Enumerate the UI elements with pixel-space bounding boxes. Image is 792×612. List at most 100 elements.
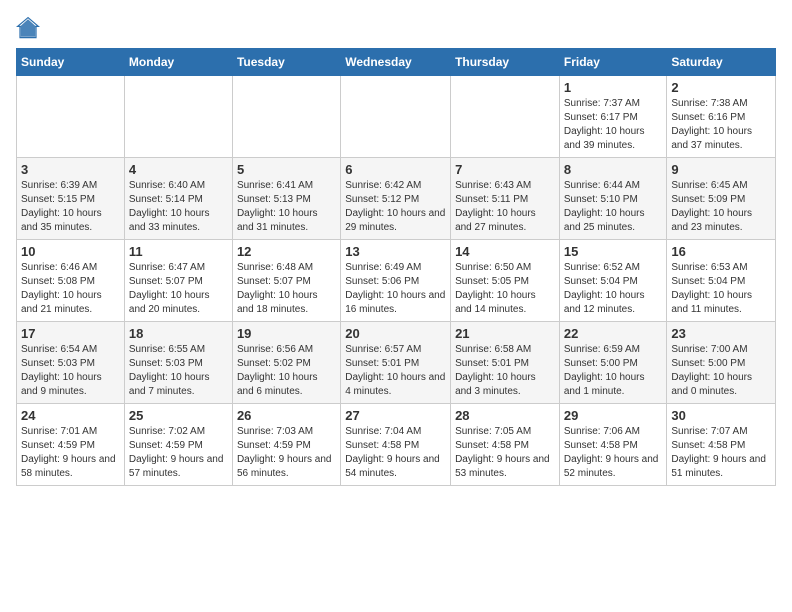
calendar-cell: 23 Sunrise: 7:00 AM Sunset: 5:00 PM Dayli… xyxy=(667,322,776,404)
day-number: 10 xyxy=(21,244,120,259)
day-number: 14 xyxy=(455,244,555,259)
calendar-cell: 9 Sunrise: 6:45 AM Sunset: 5:09 PM Daylig… xyxy=(667,158,776,240)
weekday-header-sunday: Sunday xyxy=(17,49,125,76)
calendar-cell: 3 Sunrise: 6:39 AM Sunset: 5:15 PM Daylig… xyxy=(17,158,125,240)
day-number: 13 xyxy=(345,244,446,259)
day-number: 21 xyxy=(455,326,555,341)
calendar-cell: 12 Sunrise: 6:48 AM Sunset: 5:07 PM Dayli… xyxy=(232,240,340,322)
day-info: Sunrise: 6:59 AM Sunset: 5:00 PM Dayligh… xyxy=(564,343,663,399)
day-info: Sunrise: 7:07 AM Sunset: 4:58 PM Dayligh… xyxy=(671,425,771,481)
day-number: 6 xyxy=(345,162,446,177)
day-number: 7 xyxy=(455,162,555,177)
calendar-cell: 4 Sunrise: 6:40 AM Sunset: 5:14 PM Daylig… xyxy=(124,158,232,240)
day-number: 26 xyxy=(237,408,336,423)
day-info: Sunrise: 6:53 AM Sunset: 5:04 PM Dayligh… xyxy=(671,261,771,317)
calendar-cell xyxy=(451,76,560,158)
day-info: Sunrise: 6:40 AM Sunset: 5:14 PM Dayligh… xyxy=(129,179,228,235)
calendar-cell: 30 Sunrise: 7:07 AM Sunset: 4:58 PM Dayli… xyxy=(667,404,776,486)
calendar-cell xyxy=(124,76,232,158)
calendar-cell: 25 Sunrise: 7:02 AM Sunset: 4:59 PM Dayli… xyxy=(124,404,232,486)
calendar-cell: 19 Sunrise: 6:56 AM Sunset: 5:02 PM Dayli… xyxy=(232,322,340,404)
day-number: 27 xyxy=(345,408,446,423)
calendar-cell: 20 Sunrise: 6:57 AM Sunset: 5:01 PM Dayli… xyxy=(341,322,451,404)
weekday-header-tuesday: Tuesday xyxy=(232,49,340,76)
day-number: 25 xyxy=(129,408,228,423)
calendar-cell: 2 Sunrise: 7:38 AM Sunset: 6:16 PM Daylig… xyxy=(667,76,776,158)
day-number: 23 xyxy=(671,326,771,341)
day-info: Sunrise: 6:41 AM Sunset: 5:13 PM Dayligh… xyxy=(237,179,336,235)
day-number: 12 xyxy=(237,244,336,259)
calendar-cell: 28 Sunrise: 7:05 AM Sunset: 4:58 PM Dayli… xyxy=(451,404,560,486)
day-number: 3 xyxy=(21,162,120,177)
day-info: Sunrise: 6:55 AM Sunset: 5:03 PM Dayligh… xyxy=(129,343,228,399)
calendar-cell: 27 Sunrise: 7:04 AM Sunset: 4:58 PM Dayli… xyxy=(341,404,451,486)
logo-icon xyxy=(16,16,40,40)
day-number: 30 xyxy=(671,408,771,423)
day-info: Sunrise: 7:37 AM Sunset: 6:17 PM Dayligh… xyxy=(564,97,663,153)
day-number: 18 xyxy=(129,326,228,341)
day-number: 2 xyxy=(671,80,771,95)
weekday-header-wednesday: Wednesday xyxy=(341,49,451,76)
calendar-cell: 29Sunrise: 7:06 AM Sunset: 4:58 PM Dayli… xyxy=(559,404,667,486)
day-number: 20 xyxy=(345,326,446,341)
calendar-cell xyxy=(17,76,125,158)
day-info: Sunrise: 6:47 AM Sunset: 5:07 PM Dayligh… xyxy=(129,261,228,317)
day-number: 9 xyxy=(671,162,771,177)
day-info: Sunrise: 7:02 AM Sunset: 4:59 PM Dayligh… xyxy=(129,425,228,481)
day-info: Sunrise: 6:45 AM Sunset: 5:09 PM Dayligh… xyxy=(671,179,771,235)
day-info: Sunrise: 6:52 AM Sunset: 5:04 PM Dayligh… xyxy=(564,261,663,317)
calendar-cell: 21 Sunrise: 6:58 AM Sunset: 5:01 PM Dayli… xyxy=(451,322,560,404)
calendar-cell: 6 Sunrise: 6:42 AM Sunset: 5:12 PM Daylig… xyxy=(341,158,451,240)
calendar-week-row: 3 Sunrise: 6:39 AM Sunset: 5:15 PM Daylig… xyxy=(17,158,776,240)
calendar-cell xyxy=(232,76,340,158)
day-info: Sunrise: 6:42 AM Sunset: 5:12 PM Dayligh… xyxy=(345,179,446,235)
day-info: Sunrise: 7:03 AM Sunset: 4:59 PM Dayligh… xyxy=(237,425,336,481)
day-number: 22 xyxy=(564,326,663,341)
calendar-cell: 24 Sunrise: 7:01 AM Sunset: 4:59 PM Dayli… xyxy=(17,404,125,486)
day-number: 11 xyxy=(129,244,228,259)
weekday-header-monday: Monday xyxy=(124,49,232,76)
day-number: 15 xyxy=(564,244,663,259)
day-number: 5 xyxy=(237,162,336,177)
calendar-week-row: 10Sunrise: 6:46 AM Sunset: 5:08 PM Dayli… xyxy=(17,240,776,322)
day-number: 17 xyxy=(21,326,120,341)
day-info: Sunrise: 6:44 AM Sunset: 5:10 PM Dayligh… xyxy=(564,179,663,235)
day-info: Sunrise: 6:58 AM Sunset: 5:01 PM Dayligh… xyxy=(455,343,555,399)
day-info: Sunrise: 7:06 AM Sunset: 4:58 PM Dayligh… xyxy=(564,425,663,481)
day-info: Sunrise: 6:57 AM Sunset: 5:01 PM Dayligh… xyxy=(345,343,446,399)
calendar-cell: 22 Sunrise: 6:59 AM Sunset: 5:00 PM Dayli… xyxy=(559,322,667,404)
day-number: 19 xyxy=(237,326,336,341)
weekday-header-friday: Friday xyxy=(559,49,667,76)
day-info: Sunrise: 6:39 AM Sunset: 5:15 PM Dayligh… xyxy=(21,179,120,235)
weekday-header-row: SundayMondayTuesdayWednesdayThursdayFrid… xyxy=(17,49,776,76)
day-number: 4 xyxy=(129,162,228,177)
calendar-cell: 16Sunrise: 6:53 AM Sunset: 5:04 PM Dayli… xyxy=(667,240,776,322)
day-info: Sunrise: 7:38 AM Sunset: 6:16 PM Dayligh… xyxy=(671,97,771,153)
calendar-cell: 10Sunrise: 6:46 AM Sunset: 5:08 PM Dayli… xyxy=(17,240,125,322)
weekday-header-saturday: Saturday xyxy=(667,49,776,76)
calendar-table: SundayMondayTuesdayWednesdayThursdayFrid… xyxy=(16,48,776,486)
day-info: Sunrise: 7:00 AM Sunset: 5:00 PM Dayligh… xyxy=(671,343,771,399)
calendar-cell: 26 Sunrise: 7:03 AM Sunset: 4:59 PM Dayli… xyxy=(232,404,340,486)
day-info: Sunrise: 6:48 AM Sunset: 5:07 PM Dayligh… xyxy=(237,261,336,317)
logo xyxy=(16,16,44,40)
day-info: Sunrise: 7:05 AM Sunset: 4:58 PM Dayligh… xyxy=(455,425,555,481)
day-info: Sunrise: 7:04 AM Sunset: 4:58 PM Dayligh… xyxy=(345,425,446,481)
calendar-cell xyxy=(341,76,451,158)
calendar-cell: 5 Sunrise: 6:41 AM Sunset: 5:13 PM Daylig… xyxy=(232,158,340,240)
calendar-cell: 13 Sunrise: 6:49 AM Sunset: 5:06 PM Dayli… xyxy=(341,240,451,322)
day-info: Sunrise: 6:50 AM Sunset: 5:05 PM Dayligh… xyxy=(455,261,555,317)
day-info: Sunrise: 6:49 AM Sunset: 5:06 PM Dayligh… xyxy=(345,261,446,317)
calendar-week-row: 1Sunrise: 7:37 AM Sunset: 6:17 PM Daylig… xyxy=(17,76,776,158)
calendar-cell: 1Sunrise: 7:37 AM Sunset: 6:17 PM Daylig… xyxy=(559,76,667,158)
day-number: 8 xyxy=(564,162,663,177)
calendar-cell: 8 Sunrise: 6:44 AM Sunset: 5:10 PM Daylig… xyxy=(559,158,667,240)
day-info: Sunrise: 6:43 AM Sunset: 5:11 PM Dayligh… xyxy=(455,179,555,235)
weekday-header-thursday: Thursday xyxy=(451,49,560,76)
day-info: Sunrise: 7:01 AM Sunset: 4:59 PM Dayligh… xyxy=(21,425,120,481)
day-number: 24 xyxy=(21,408,120,423)
day-number: 28 xyxy=(455,408,555,423)
day-info: Sunrise: 6:56 AM Sunset: 5:02 PM Dayligh… xyxy=(237,343,336,399)
page-header xyxy=(16,16,776,40)
calendar-cell: 11 Sunrise: 6:47 AM Sunset: 5:07 PM Dayli… xyxy=(124,240,232,322)
